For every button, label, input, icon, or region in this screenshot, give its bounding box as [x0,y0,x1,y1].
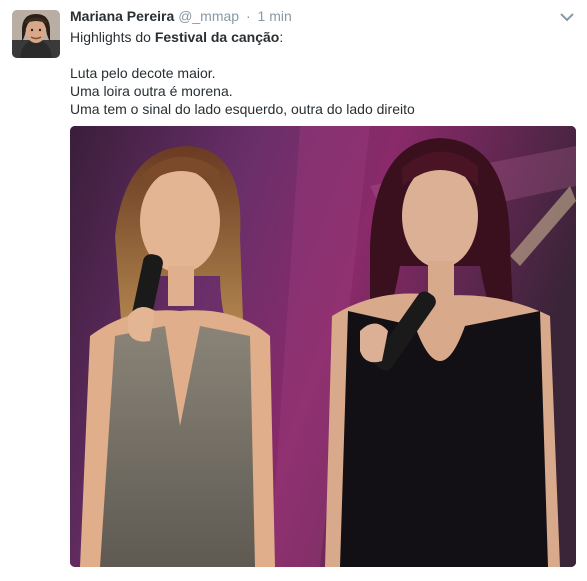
festival-name: Festival da canção [154,29,280,45]
chevron-down-icon[interactable] [559,10,575,24]
avatar-image [12,10,60,58]
tweet-line-2: Luta pelo decote maior. [70,65,216,81]
tweet-photo[interactable] [70,126,576,567]
line1-suffix: : [279,29,284,45]
author-handle[interactable]: @_mmap [178,8,239,24]
tweet-line-1: Highlights do Festival da canção: [70,28,570,46]
separator: · [245,8,251,24]
tweet-line-4: Uma tem o sinal do lado esquerdo, outra … [70,101,415,117]
timestamp[interactable]: 1 min [258,8,292,24]
line1-prefix: Highlights do [70,29,155,45]
avatar[interactable] [12,10,60,58]
tweet: Mariana Pereira @_mmap · 1 min Highlight… [0,0,587,581]
tweet-header: Mariana Pereira @_mmap · 1 min [70,8,292,24]
author-name[interactable]: Mariana Pereira [70,8,174,24]
tweet-line-3: Uma loira outra é morena. [70,83,233,99]
photo-image [70,126,576,567]
tweet-text: Highlights do Festival da canção: Luta p… [70,28,570,118]
